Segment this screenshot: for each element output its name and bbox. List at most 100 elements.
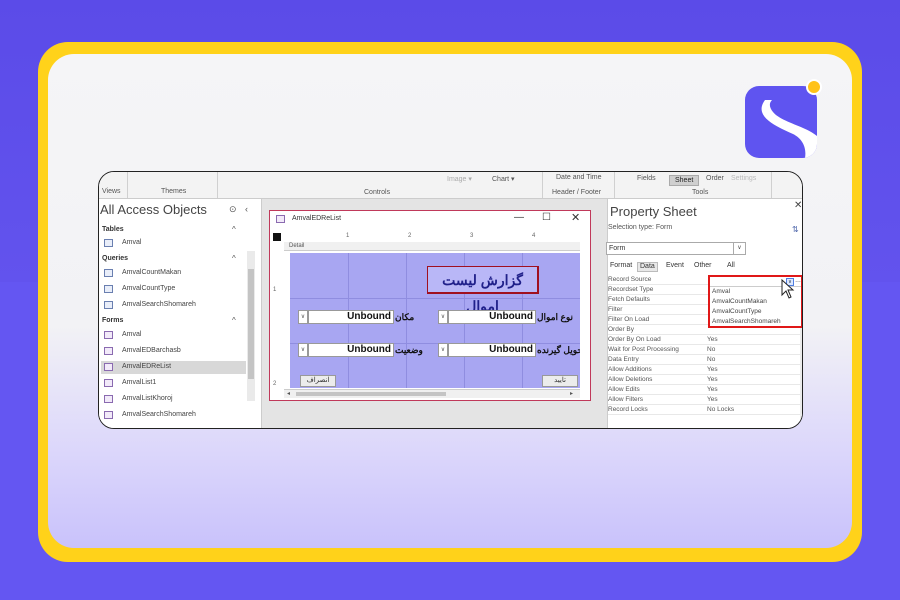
dropdown-option[interactable]: AmvalCountMakan bbox=[712, 298, 767, 305]
nav-form-item-selected[interactable]: AmvalEDReList bbox=[101, 361, 246, 374]
property-row[interactable]: Data Entry No bbox=[608, 355, 800, 365]
nav-item-label: AmvalSearchShomareh bbox=[122, 411, 196, 418]
ruler-mark: 1 bbox=[346, 233, 350, 239]
unbound-combo-makan[interactable]: Unbound bbox=[308, 310, 394, 324]
dropdown-option[interactable]: AmvalSearchShomareh bbox=[712, 318, 781, 325]
ribbon-date-time-button[interactable]: Date and Time bbox=[556, 174, 602, 181]
nav-query-item[interactable]: AmvalCountType bbox=[101, 283, 246, 296]
form-detail-canvas[interactable]: گزارش لیست اموال ∨ Unbound مکان ∨ Unboun… bbox=[290, 253, 580, 388]
property-value[interactable]: No bbox=[707, 356, 715, 363]
horizontal-ruler: 1 2 3 4 bbox=[284, 233, 584, 241]
form-selector-box[interactable] bbox=[273, 233, 281, 241]
tab-data[interactable]: Data bbox=[637, 262, 658, 272]
tab-other[interactable]: Other bbox=[692, 262, 714, 272]
property-row[interactable]: Allow Edits Yes bbox=[608, 385, 800, 395]
ribbon-fields-button[interactable]: Fields bbox=[637, 175, 656, 182]
property-row[interactable]: Order By On Load Yes bbox=[608, 335, 800, 345]
nav-scroll-thumb[interactable] bbox=[248, 269, 254, 379]
minimize-icon[interactable]: — bbox=[514, 212, 524, 223]
nav-form-item[interactable]: AmvalSearchShomareh bbox=[101, 409, 246, 422]
chevron-down-icon[interactable]: ∨ bbox=[438, 343, 448, 357]
nav-form-item[interactable]: AmvalListKhoroj bbox=[101, 393, 246, 406]
ribbon-settings-button[interactable]: Settings bbox=[731, 175, 756, 182]
nav-group-forms[interactable]: Forms bbox=[102, 317, 123, 324]
property-value[interactable]: Yes bbox=[707, 376, 718, 383]
builder-ellipsis-icon[interactable]: … bbox=[795, 278, 801, 286]
chevron-up-icon[interactable]: ^ bbox=[232, 254, 236, 263]
nav-menu-icon[interactable]: ⊙ bbox=[229, 204, 237, 215]
nav-group-tables[interactable]: Tables bbox=[102, 226, 124, 233]
scroll-thumb[interactable] bbox=[296, 392, 446, 396]
ribbon-image-button[interactable]: Image ▾ bbox=[447, 175, 472, 183]
property-value[interactable]: Yes bbox=[707, 366, 718, 373]
tab-all[interactable]: All bbox=[725, 262, 737, 272]
ribbon-sheet-button[interactable]: Sheet bbox=[669, 175, 699, 186]
ribbon-order-button[interactable]: Order bbox=[706, 175, 724, 182]
detail-section-bar[interactable]: Detail bbox=[284, 242, 580, 251]
ribbon-separator bbox=[542, 172, 543, 198]
property-value[interactable]: Yes bbox=[707, 386, 718, 393]
ribbon-chart-button[interactable]: Chart ▾ bbox=[492, 175, 515, 183]
property-row[interactable]: Record Locks No Locks bbox=[608, 405, 800, 415]
nav-form-item[interactable]: AmvalEDBarchasb bbox=[101, 345, 246, 358]
ribbon-separator bbox=[217, 172, 218, 198]
query-icon bbox=[104, 269, 113, 277]
label-status[interactable]: وضعیت bbox=[395, 343, 429, 357]
property-row[interactable]: Allow Deletions Yes bbox=[608, 375, 800, 385]
property-value[interactable]: Yes bbox=[707, 396, 718, 403]
sort-icon[interactable]: ⇅ bbox=[792, 225, 799, 234]
maximize-icon[interactable]: ☐ bbox=[542, 212, 551, 223]
dropdown-option[interactable]: AmvalCountType bbox=[712, 308, 762, 315]
unbound-combo-status[interactable]: Unbound bbox=[308, 343, 394, 357]
ribbon-controls-label: Controls bbox=[364, 189, 391, 196]
brand-logo bbox=[745, 86, 817, 158]
property-value[interactable]: Yes bbox=[707, 336, 718, 343]
close-icon[interactable]: ✕ bbox=[571, 211, 580, 224]
unbound-combo-receiver[interactable]: Unbound bbox=[448, 343, 536, 357]
tab-event[interactable]: Event bbox=[664, 262, 686, 272]
nav-query-item[interactable]: AmvalCountMakan bbox=[101, 267, 246, 280]
close-icon[interactable]: ✕ bbox=[794, 200, 802, 211]
form-icon bbox=[104, 395, 113, 403]
nav-title[interactable]: All Access Objects bbox=[100, 202, 207, 217]
confirm-button[interactable]: تایید bbox=[542, 375, 578, 387]
property-key: Allow Deletions bbox=[608, 376, 653, 383]
ribbon-themes-label[interactable]: Themes bbox=[161, 188, 186, 195]
property-row[interactable]: Wait for Post Processing No bbox=[608, 345, 800, 355]
nav-form-item[interactable]: Amval bbox=[101, 329, 246, 342]
nav-item-label: AmvalSearchShomareh bbox=[122, 301, 196, 308]
nav-table-item[interactable]: Amval bbox=[101, 237, 246, 250]
object-selector-dropdown[interactable]: Form ∨ bbox=[606, 242, 746, 255]
logo-swoosh-icon bbox=[761, 100, 817, 158]
label-makan[interactable]: مکان bbox=[395, 310, 414, 324]
property-row[interactable]: Allow Additions Yes bbox=[608, 365, 800, 375]
property-key: Record Source bbox=[608, 276, 652, 283]
chevron-down-icon[interactable]: ∨ bbox=[298, 343, 308, 357]
nav-form-item[interactable]: AmvalList1 bbox=[101, 377, 246, 390]
unbound-combo-type[interactable]: Unbound bbox=[448, 310, 536, 324]
nav-item-label: AmvalCountMakan bbox=[122, 269, 182, 276]
dropdown-option[interactable]: Amval bbox=[712, 288, 730, 295]
nav-collapse-icon[interactable]: ‹ bbox=[245, 204, 248, 214]
scroll-left-icon[interactable]: ◂ bbox=[287, 390, 290, 397]
scroll-right-icon[interactable]: ▸ bbox=[570, 390, 573, 397]
ribbon-views-label[interactable]: Views bbox=[102, 188, 121, 195]
cancel-button[interactable]: انصراف bbox=[300, 375, 336, 387]
property-row[interactable]: Allow Filters Yes bbox=[608, 395, 800, 405]
tab-format[interactable]: Format bbox=[608, 262, 634, 272]
nav-item-label: AmvalCountType bbox=[122, 285, 176, 292]
nav-group-queries[interactable]: Queries bbox=[102, 255, 128, 262]
chevron-up-icon[interactable]: ^ bbox=[232, 225, 236, 234]
chevron-down-icon[interactable]: ∨ bbox=[733, 243, 745, 254]
form-window-title: AmvalEDReList bbox=[292, 215, 342, 222]
chevron-down-icon[interactable]: ∨ bbox=[298, 310, 308, 324]
form-title-label[interactable]: گزارش لیست اموال bbox=[427, 266, 539, 314]
horizontal-scrollbar[interactable]: ◂ ▸ bbox=[284, 389, 580, 398]
nav-query-item[interactable]: AmvalSearchShomareh bbox=[101, 299, 246, 312]
property-value[interactable]: No Locks bbox=[707, 406, 734, 413]
property-value[interactable]: No bbox=[707, 346, 715, 353]
chevron-down-icon[interactable]: ∨ bbox=[438, 310, 448, 324]
label-receiver[interactable]: تحویل گیرنده bbox=[537, 343, 580, 357]
label-type[interactable]: نوع اموال bbox=[537, 310, 573, 324]
chevron-up-icon[interactable]: ^ bbox=[232, 316, 236, 325]
